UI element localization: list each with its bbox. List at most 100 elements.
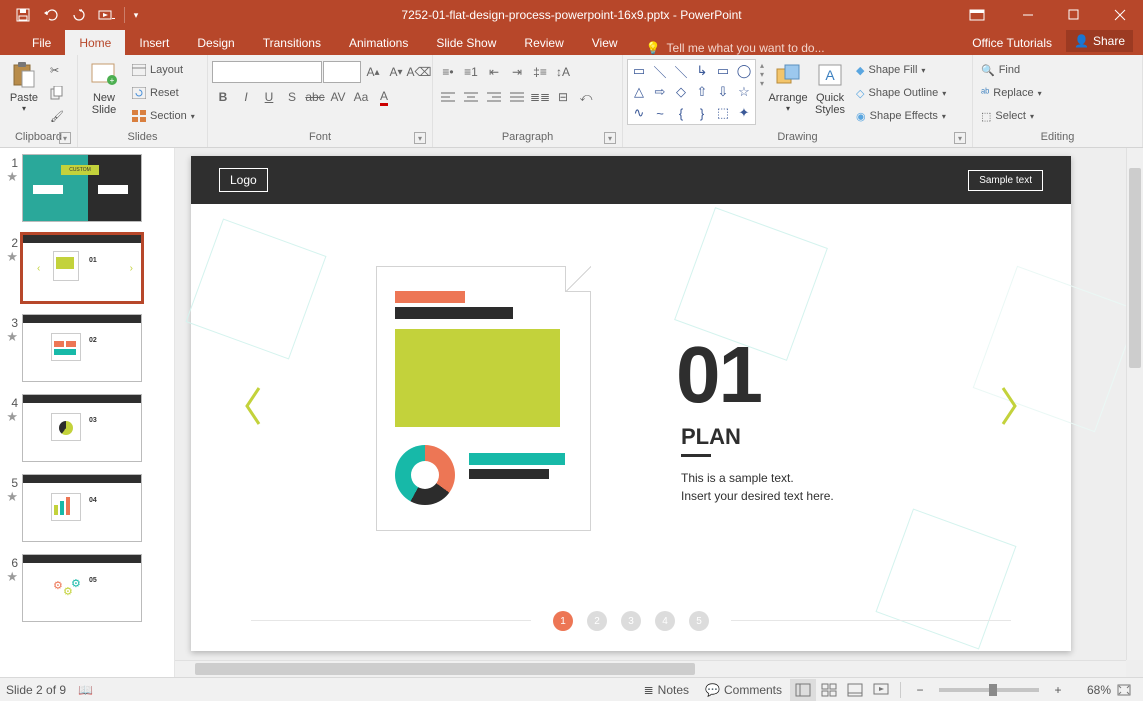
paragraph-launcher[interactable]: ▾ — [604, 132, 616, 144]
clipboard-launcher[interactable]: ▾ — [59, 132, 71, 144]
vertical-scrollbar[interactable] — [1126, 148, 1143, 660]
shape-elbow-icon[interactable]: ↳ — [692, 61, 712, 81]
increase-indent-icon[interactable]: ⇥ — [506, 61, 528, 83]
shape-fill-button[interactable]: ◆Shape Fill▾ — [852, 59, 950, 81]
zoom-handle[interactable] — [989, 684, 997, 696]
thumb-item[interactable]: 4★ 03 — [4, 394, 164, 462]
smartart-icon[interactable]: ⤺ — [575, 86, 597, 108]
zoom-level[interactable]: 68% — [1071, 683, 1111, 697]
increase-font-icon[interactable]: A▴ — [362, 61, 384, 83]
arrange-button[interactable]: Arrange▾ — [768, 59, 808, 113]
decrease-font-icon[interactable]: A▾ — [385, 61, 407, 83]
slide-thumbnail-6[interactable]: ⚙ ⚙ ⚙ 05 — [22, 554, 142, 622]
dot-1[interactable]: 1 — [553, 611, 573, 631]
dot-5[interactable]: 5 — [689, 611, 709, 631]
spellcheck-icon[interactable]: 📖 — [78, 683, 93, 697]
slide-thumbnails[interactable]: 1★ CUSTOM 2★ 01 ‹ › 3★ — [0, 148, 175, 677]
shape-action-icon[interactable]: ✦ — [734, 103, 754, 123]
tab-file[interactable]: File — [18, 30, 65, 55]
reading-view-icon[interactable] — [842, 679, 868, 701]
font-color-icon[interactable]: A — [373, 86, 395, 108]
thumb-item[interactable]: 1★ CUSTOM — [4, 154, 164, 222]
tab-view[interactable]: View — [578, 30, 632, 55]
zoom-out-button[interactable]: − — [907, 679, 933, 701]
slidesorter-view-icon[interactable] — [816, 679, 842, 701]
slide-heading[interactable]: PLAN — [681, 424, 741, 450]
cut-button[interactable]: ✂ — [46, 59, 68, 81]
tell-me-search[interactable]: 💡 Tell me what you want to do... — [646, 41, 965, 55]
gallery-down-icon[interactable]: ▾ — [760, 70, 764, 79]
maximize-button[interactable] — [1051, 0, 1097, 30]
slide-thumbnail-3[interactable]: 02 — [22, 314, 142, 382]
undo-icon[interactable] — [38, 3, 64, 27]
share-button[interactable]: 👤 Share — [1066, 30, 1133, 52]
slide-thumbnail-1[interactable]: CUSTOM — [22, 154, 142, 222]
slideshow-view-icon[interactable] — [868, 679, 894, 701]
align-left-icon[interactable] — [437, 86, 459, 108]
bold-icon[interactable]: B — [212, 86, 234, 108]
zoom-slider[interactable] — [939, 688, 1039, 692]
dot-3[interactable]: 3 — [621, 611, 641, 631]
line-spacing-icon[interactable]: ‡≡ — [529, 61, 551, 83]
shadow-icon[interactable]: S — [281, 86, 303, 108]
find-button[interactable]: 🔍Find — [977, 59, 1046, 81]
shape-line2-icon[interactable]: ＼ — [671, 61, 691, 81]
zoom-in-button[interactable]: + — [1045, 679, 1071, 701]
gallery-more-icon[interactable]: ▾ — [760, 79, 764, 88]
shapes-gallery[interactable]: ▭ ＼ ＼ ↳ ▭ ◯ △ ⇨ ◇ ⇧ ⇩ ☆ ∿ ~ { } ⬚ ✦ — [627, 59, 756, 125]
close-button[interactable] — [1097, 0, 1143, 30]
shape-arrow-d-icon[interactable]: ⇩ — [713, 82, 733, 102]
save-icon[interactable] — [10, 3, 36, 27]
office-tutorials-link[interactable]: Office Tutorials — [964, 30, 1060, 55]
shape-freeform-icon[interactable]: ~ — [650, 103, 670, 123]
new-slide-button[interactable]: + New Slide — [82, 59, 126, 116]
format-painter-button[interactable]: 🖌 — [46, 105, 68, 127]
thumb-item[interactable]: 6★ ⚙ ⚙ ⚙ 05 — [4, 554, 164, 622]
slide-canvas-area[interactable]: Logo Sample text — [175, 148, 1143, 677]
redo-icon[interactable] — [66, 3, 92, 27]
slide-canvas[interactable]: Logo Sample text — [191, 156, 1071, 651]
font-size-combo[interactable] — [323, 61, 361, 83]
section-button[interactable]: Section▾ — [128, 105, 199, 127]
prev-arrow[interactable] — [241, 384, 263, 428]
slide-thumbnail-4[interactable]: 03 — [22, 394, 142, 462]
comments-button[interactable]: 💬Comments — [697, 679, 790, 701]
tab-transitions[interactable]: Transitions — [249, 30, 335, 55]
align-center-icon[interactable] — [460, 86, 482, 108]
decrease-indent-icon[interactable]: ⇤ — [483, 61, 505, 83]
slide-thumbnail-5[interactable]: 04 — [22, 474, 142, 542]
start-from-beginning-icon[interactable] — [94, 3, 120, 27]
text-direction-icon[interactable]: ↕A — [552, 61, 574, 83]
ribbon-display-options-icon[interactable] — [959, 3, 995, 27]
shape-oval-icon[interactable]: ◯ — [734, 61, 754, 81]
paste-button[interactable]: Paste ▾ — [4, 59, 44, 113]
char-spacing-icon[interactable]: AV — [327, 86, 349, 108]
qat-customize-icon[interactable]: ▾ — [129, 3, 143, 27]
layout-button[interactable]: Layout — [128, 59, 199, 81]
shape-outline-button[interactable]: ◇Shape Outline▾ — [852, 82, 950, 104]
sample-text-placeholder[interactable]: Sample text — [968, 170, 1043, 191]
shape-brace-r-icon[interactable]: } — [692, 103, 712, 123]
notes-button[interactable]: ≣Notes — [636, 679, 697, 701]
columns-icon[interactable]: ≣≣ — [529, 86, 551, 108]
shape-curve-icon[interactable]: ∿ — [629, 103, 649, 123]
tab-review[interactable]: Review — [510, 30, 577, 55]
slide-number-big[interactable]: 01 — [676, 329, 761, 421]
italic-icon[interactable]: I — [235, 86, 257, 108]
clear-formatting-icon[interactable]: A⌫ — [408, 61, 430, 83]
strikethrough-icon[interactable]: abc — [304, 86, 326, 108]
tab-insert[interactable]: Insert — [125, 30, 183, 55]
copy-button[interactable] — [46, 82, 68, 104]
bullets-icon[interactable]: ≡• — [437, 61, 459, 83]
tab-slideshow[interactable]: Slide Show — [422, 30, 510, 55]
next-arrow[interactable] — [999, 384, 1021, 428]
change-case-icon[interactable]: Aa — [350, 86, 372, 108]
scroll-thumb[interactable] — [1129, 168, 1141, 368]
numbering-icon[interactable]: ≡1 — [460, 61, 482, 83]
thumb-item[interactable]: 2★ 01 ‹ › — [4, 234, 164, 302]
reset-button[interactable]: Reset — [128, 82, 199, 104]
normal-view-icon[interactable] — [790, 679, 816, 701]
shape-line-icon[interactable]: ＼ — [650, 61, 670, 81]
drawing-launcher[interactable]: ▾ — [954, 132, 966, 144]
shape-arrow-r-icon[interactable]: ⇨ — [650, 82, 670, 102]
